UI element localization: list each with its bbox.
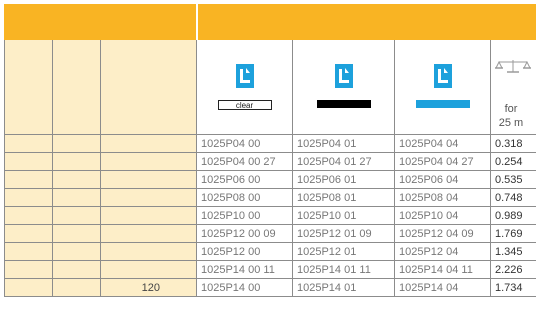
header-cell-black	[292, 39, 395, 135]
table-row: 1025P10 00 1025P10 01 1025P10 04 0.989	[4, 206, 536, 225]
cell-code-clear: 1025P08 00	[196, 188, 293, 207]
cell-weight: 0.989	[490, 206, 536, 225]
cell-col2	[52, 206, 101, 225]
cell-code-clear: 1025P14 00	[196, 278, 293, 297]
header-cell-blue	[394, 39, 491, 135]
header-cell-col1	[4, 39, 53, 135]
cell-col3	[100, 188, 197, 207]
cell-col3	[100, 224, 197, 243]
cell-weight: 0.318	[490, 134, 536, 153]
cell-col2	[52, 134, 101, 153]
table-row: 1025P12 00 09 1025P12 01 09 1025P12 04 0…	[4, 224, 536, 243]
cell-code-black: 1025P14 01	[292, 278, 395, 297]
cell-code-blue: 1025P06 04	[394, 170, 491, 189]
cell-code-blue: 1025P14 04 11	[394, 260, 491, 279]
cell-code-clear: 1025P12 00	[196, 242, 293, 261]
cell-col3	[100, 260, 197, 279]
water-drop-logo-icon	[235, 64, 254, 88]
cell-code-blue: 1025P08 04	[394, 188, 491, 207]
cell-code-black: 1025P12 01	[292, 242, 395, 261]
column-header-row: clear for 25 m	[4, 39, 536, 135]
table-row: 120 1025P14 00 1025P14 01 1025P14 04 1.7…	[4, 278, 536, 297]
cell-weight: 1.769	[490, 224, 536, 243]
cell-col2	[52, 242, 101, 261]
cell-code-black: 1025P10 01	[292, 206, 395, 225]
cell-code-black: 1025P04 01	[292, 134, 395, 153]
cell-weight: 1.734	[490, 278, 536, 297]
header-banner-row	[4, 4, 536, 40]
cell-col1	[4, 134, 53, 153]
cell-col1	[4, 152, 53, 171]
cell-code-black: 1025P12 01 09	[292, 224, 395, 243]
cell-code-black: 1025P08 01	[292, 188, 395, 207]
cell-code-black: 1025P04 01 27	[292, 152, 395, 171]
cell-code-clear: 1025P10 00	[196, 206, 293, 225]
cell-code-black: 1025P14 01 11	[292, 260, 395, 279]
header-cell-weight: for 25 m	[490, 39, 536, 135]
scale-icon	[495, 60, 531, 73]
cell-weight: 0.748	[490, 188, 536, 207]
cell-code-clear: 1025P14 00 11	[196, 260, 293, 279]
table-row: 1025P08 00 1025P08 01 1025P08 04 0.748	[4, 188, 536, 207]
color-swatch-black	[316, 100, 371, 108]
cell-col3	[100, 206, 197, 225]
table-row: 1025P06 00 1025P06 01 1025P06 04 0.535	[4, 170, 536, 189]
cell-col1	[4, 224, 53, 243]
cell-col2	[52, 170, 101, 189]
cell-code-blue: 1025P12 04	[394, 242, 491, 261]
cell-code-blue: 1025P12 04 09	[394, 224, 491, 243]
cell-col1	[4, 188, 53, 207]
weight-unit-line1: for	[504, 103, 518, 115]
cell-code-blue: 1025P14 04	[394, 278, 491, 297]
table-row: 1025P04 00 1025P04 01 1025P04 04 0.318	[4, 134, 536, 153]
water-drop-logo-icon	[433, 64, 452, 88]
water-drop-logo-icon	[334, 64, 353, 88]
header-cell-col2	[52, 39, 101, 135]
cell-weight: 1.345	[490, 242, 536, 261]
cell-weight: 2.226	[490, 260, 536, 279]
cell-code-blue: 1025P04 04	[394, 134, 491, 153]
cell-col2	[52, 188, 101, 207]
color-swatch-blue	[415, 100, 470, 108]
cell-col2	[52, 224, 101, 243]
cell-col1	[4, 278, 53, 297]
header-cell-clear: clear	[196, 39, 293, 135]
cell-code-clear: 1025P04 00	[196, 134, 293, 153]
cell-weight: 0.535	[490, 170, 536, 189]
cell-col3	[100, 134, 197, 153]
banner-left-cell	[4, 4, 198, 40]
weight-unit-line2: 25 m	[498, 117, 524, 129]
cell-code-blue: 1025P10 04	[394, 206, 491, 225]
cell-col3: 120	[100, 278, 197, 297]
cell-code-clear: 1025P12 00 09	[196, 224, 293, 243]
header-cell-col3	[100, 39, 197, 135]
cell-col1	[4, 170, 53, 189]
color-swatch-clear: clear	[217, 100, 272, 110]
cell-col3	[100, 170, 197, 189]
cell-code-clear: 1025P04 00 27	[196, 152, 293, 171]
product-spec-table-region: clear for 25 m 1025P04 00 1025P04 01 102…	[0, 0, 536, 324]
cell-code-blue: 1025P04 04 27	[394, 152, 491, 171]
table-row: 1025P14 00 11 1025P14 01 11 1025P14 04 1…	[4, 260, 536, 279]
cell-col3	[100, 152, 197, 171]
cell-weight: 0.254	[490, 152, 536, 171]
table-row: 1025P04 00 27 1025P04 01 27 1025P04 04 2…	[4, 152, 536, 171]
cell-col2	[52, 260, 101, 279]
cell-col1	[4, 242, 53, 261]
cell-code-black: 1025P06 01	[292, 170, 395, 189]
cell-col1	[4, 260, 53, 279]
table-row: 1025P12 00 1025P12 01 1025P12 04 1.345	[4, 242, 536, 261]
cell-col1	[4, 206, 53, 225]
cell-code-clear: 1025P06 00	[196, 170, 293, 189]
product-spec-table: clear for 25 m 1025P04 00 1025P04 01 102…	[4, 4, 536, 297]
cell-col2	[52, 278, 101, 297]
cell-col2	[52, 152, 101, 171]
cell-col3	[100, 242, 197, 261]
weight-unit-label: for 25 m	[492, 102, 532, 130]
banner-right-cell	[196, 4, 536, 40]
